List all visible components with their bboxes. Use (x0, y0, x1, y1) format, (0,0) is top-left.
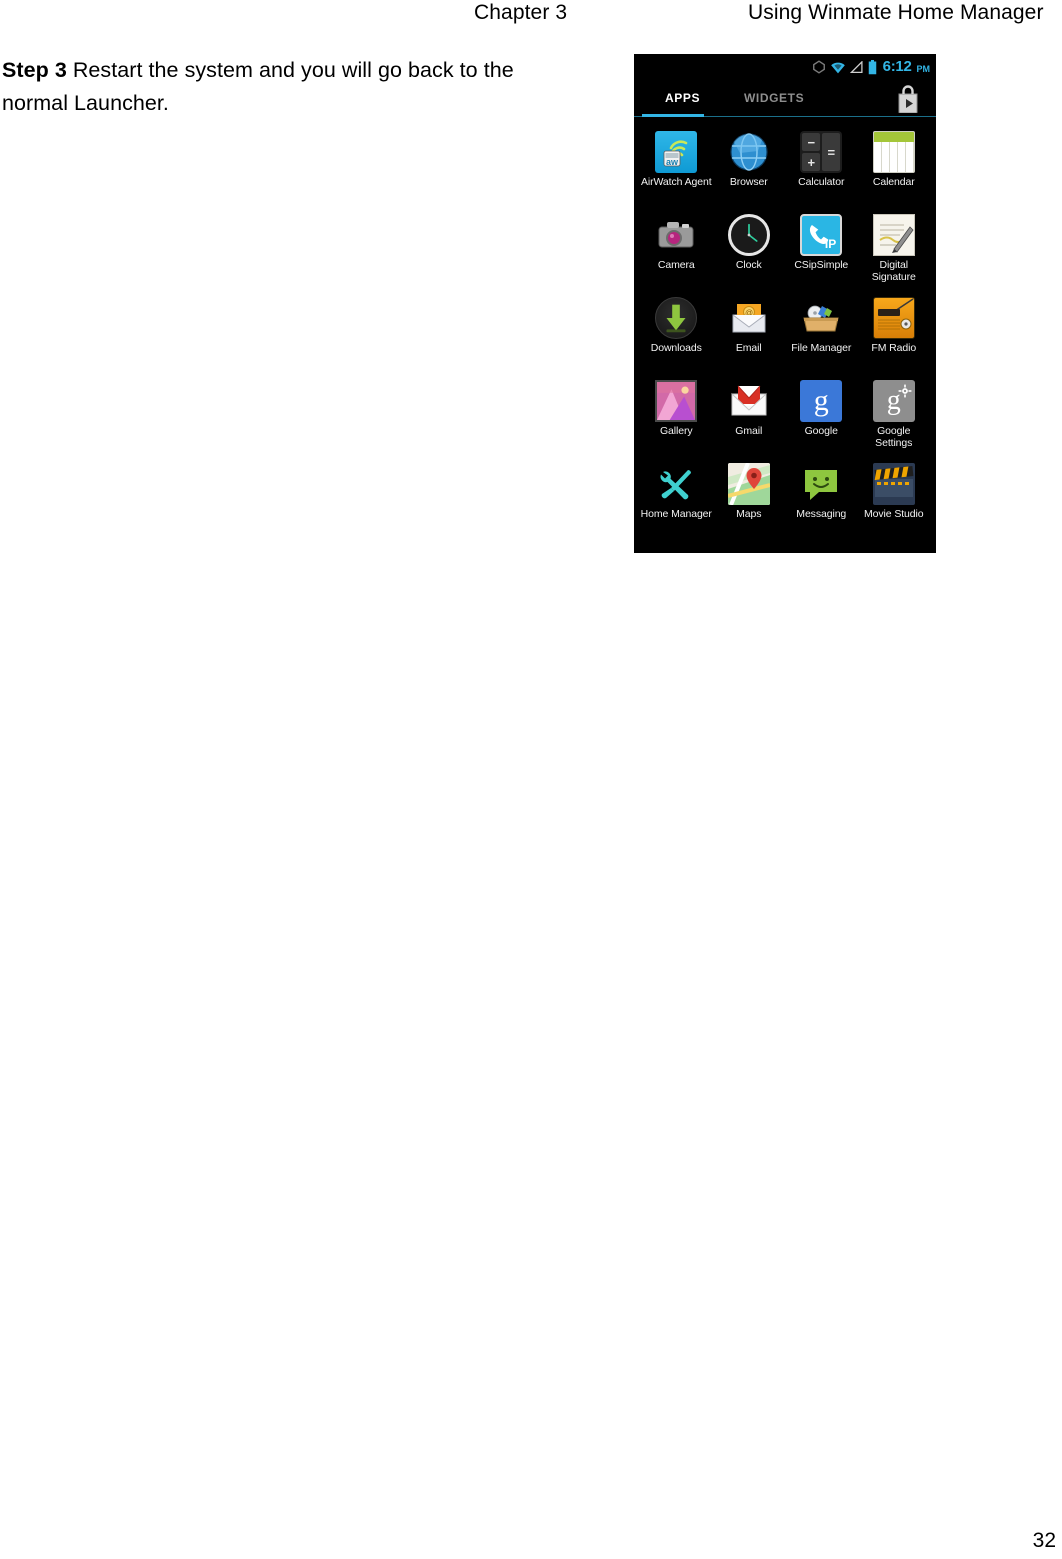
header-title: Using Winmate Home Manager (748, 1, 1044, 24)
app-label: CSipSimple (794, 259, 849, 271)
app-label: Calendar (872, 176, 915, 188)
calendar-grid (873, 142, 914, 172)
app-label: Gmail (735, 425, 763, 437)
app-label: Gallery (659, 425, 693, 437)
app-item[interactable]: Gallery (640, 377, 713, 460)
signal-icon (849, 60, 863, 73)
app-label: Browser (729, 176, 768, 188)
calc-equals-key: = (822, 133, 841, 171)
app-item[interactable]: File Manager (785, 294, 858, 377)
app-item[interactable]: g Google (785, 377, 858, 460)
camera-icon (655, 214, 697, 256)
page-header: Chapter 3 Using Winmate Home Manager (0, 0, 1062, 34)
app-label: Maps (736, 508, 762, 520)
app-item[interactable]: Browser (713, 128, 786, 211)
home-manager-icon (655, 463, 697, 505)
gear-icon (898, 384, 912, 398)
calendar-icon (872, 131, 915, 173)
status-ampm: PM (916, 64, 931, 74)
app-item[interactable]: Maps (713, 460, 786, 543)
calculator-icon: − = + (800, 131, 843, 173)
app-item[interactable]: Home Manager (640, 460, 713, 543)
svg-text:aw: aw (666, 157, 679, 167)
status-bar: 6:12 PM (634, 54, 936, 80)
app-item[interactable]: Messaging (785, 460, 858, 543)
browser-icon (728, 131, 770, 173)
play-store-icon[interactable] (896, 85, 920, 113)
email-icon: @ (728, 297, 770, 339)
app-label: Clock (735, 259, 762, 271)
app-label: Camera (657, 259, 695, 271)
clock-icon (727, 214, 770, 256)
app-item[interactable]: Downloads (640, 294, 713, 377)
gmail-icon (728, 380, 770, 422)
sync-icon (812, 60, 825, 74)
status-bar-icons: 6:12 PM (812, 58, 930, 76)
app-label: Downloads (650, 342, 702, 354)
status-time: 6:12 (882, 58, 912, 75)
app-item[interactable]: − = + Calculator (785, 128, 858, 211)
messaging-icon (800, 463, 842, 505)
csip-ip-label: IP (824, 237, 837, 251)
maps-icon (727, 463, 770, 505)
app-item[interactable]: aw AirWatch Agent (640, 128, 713, 211)
fm-radio-icon (872, 297, 915, 339)
android-launcher-screenshot: 6:12 PM APPS WIDGETS aw AirWatch Agent B… (634, 54, 936, 553)
app-label: Email (735, 342, 762, 354)
app-item[interactable]: Movie Studio (858, 460, 931, 543)
movie-studio-icon (872, 463, 915, 505)
wifi-icon (830, 62, 845, 73)
app-label: Messaging (796, 508, 847, 520)
app-label: AirWatch Agent (640, 176, 712, 188)
app-item[interactable]: Camera (640, 211, 713, 294)
calc-plus-key: + (802, 153, 821, 171)
downloads-icon (655, 297, 698, 339)
app-drawer-grid: aw AirWatch Agent Browser − = + Calculat… (634, 120, 936, 543)
app-item[interactable]: IP CSipSimple (785, 211, 858, 294)
gallery-icon (655, 380, 698, 422)
battery-icon (868, 59, 876, 74)
app-item[interactable]: Clock (713, 211, 786, 294)
app-item[interactable]: Gmail (713, 377, 786, 460)
tab-widgets[interactable]: WIDGETS (744, 91, 804, 105)
calc-minus-key: − (802, 133, 821, 151)
step-label: Step 3 (2, 58, 67, 82)
app-label: Movie Studio (864, 508, 924, 520)
airwatch-agent-icon: aw (655, 131, 698, 173)
header-chapter: Chapter 3 (474, 1, 568, 24)
app-label: Google Settings (875, 425, 913, 449)
page-number: 32 (1032, 1529, 1056, 1552)
step-paragraph: Step 3 Restart the system and you will g… (2, 54, 582, 120)
google-g-glyph: g (813, 384, 829, 417)
app-item[interactable]: Calendar (858, 128, 931, 211)
app-label: Digital Signature (871, 259, 916, 283)
google-settings-icon: g (872, 380, 915, 422)
app-item[interactable]: Digital Signature (858, 211, 931, 294)
app-label: File Manager (791, 342, 852, 354)
csipsimple-icon: IP (800, 214, 843, 256)
digital-signature-icon (872, 214, 915, 256)
app-label: FM Radio (871, 342, 917, 354)
app-label: Google (804, 425, 838, 437)
google-icon: g (800, 380, 843, 422)
app-item[interactable]: @ Email (713, 294, 786, 377)
step-text-line: Step 3 Restart the system and you will g… (2, 54, 582, 120)
tab-active-indicator (642, 114, 704, 117)
app-item[interactable]: g Google Settings (858, 377, 931, 460)
step-description: Restart the system and you will go back … (2, 58, 514, 115)
calendar-header-bar (873, 132, 914, 142)
tab-apps[interactable]: APPS (665, 91, 700, 105)
app-label: Calculator (798, 176, 845, 188)
file-manager-icon (800, 297, 842, 339)
app-label: Home Manager (640, 508, 712, 520)
app-item[interactable]: FM Radio (858, 294, 931, 377)
launcher-tab-bar: APPS WIDGETS (634, 80, 936, 120)
